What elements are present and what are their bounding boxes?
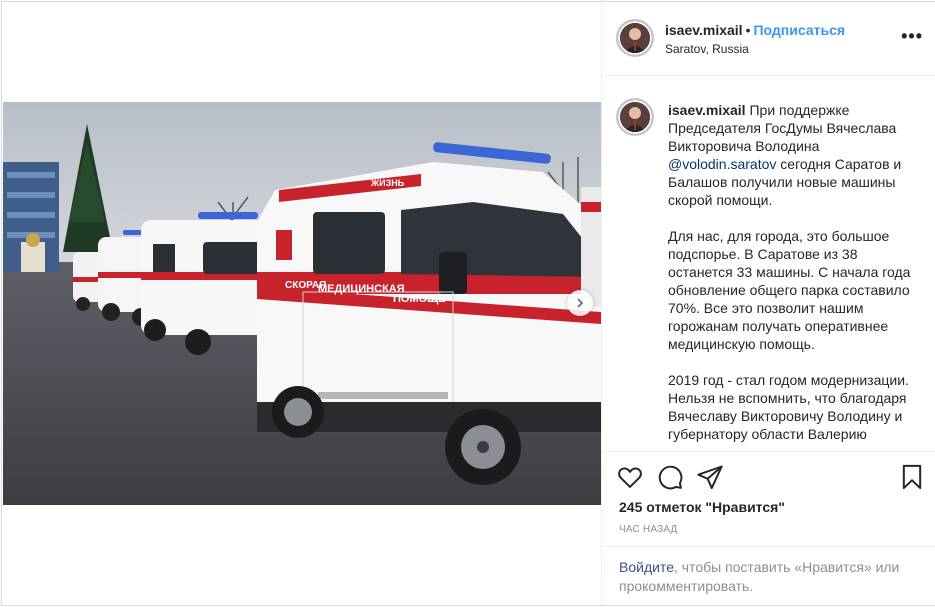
comment-button[interactable] bbox=[656, 463, 684, 491]
post-timestamp[interactable]: час назад bbox=[619, 524, 678, 535]
post-photo[interactable]: СКОРАЯ МЕДИЦИНСКАЯ ПОМОЩЬ ЖИЗНЬ bbox=[3, 102, 601, 505]
avatar[interactable] bbox=[616, 98, 654, 136]
location-link[interactable]: Saratov, Russia bbox=[665, 42, 845, 56]
paper-plane-icon bbox=[697, 465, 723, 490]
caption-username[interactable]: isaev.mixail bbox=[668, 102, 746, 118]
caption-mention-link[interactable]: @volodin.saratov bbox=[668, 156, 776, 172]
ambulance-roof-label: ЖИЗНЬ bbox=[370, 178, 405, 188]
login-link[interactable]: Войдите bbox=[619, 559, 674, 575]
post-header: isaev.mixail • Подписаться Saratov, Russia… bbox=[602, 2, 935, 76]
post-container: СКОРАЯ МЕДИЦИНСКАЯ ПОМОЩЬ ЖИЗНЬ isaev.mi… bbox=[1, 1, 935, 606]
ambulance-photo: СКОРАЯ МЕДИЦИНСКАЯ ПОМОЩЬ ЖИЗНЬ bbox=[3, 102, 601, 505]
like-button[interactable] bbox=[616, 463, 644, 491]
ambulance-label-2: МЕДИЦИНСКАЯ bbox=[318, 283, 405, 295]
avatar-image bbox=[620, 102, 650, 132]
likes-count[interactable]: 245 отметок "Нравится" bbox=[619, 499, 785, 515]
heart-icon bbox=[618, 467, 642, 488]
follow-button[interactable]: Подписаться bbox=[753, 22, 845, 38]
save-button[interactable] bbox=[898, 463, 926, 491]
avatar-image bbox=[620, 23, 650, 53]
ambulance-label-3: ПОМОЩЬ bbox=[393, 293, 446, 305]
login-prompt: Войдите, чтобы поставить «Нравится» или … bbox=[602, 546, 935, 605]
more-options-button[interactable]: ••• bbox=[901, 26, 923, 47]
next-photo-button[interactable] bbox=[567, 290, 593, 316]
post-caption: isaev.mixail При поддержке Председателя … bbox=[668, 101, 916, 443]
caption-text-2: сегодня Саратов и Балашов получили новые… bbox=[668, 156, 911, 442]
comment-icon bbox=[658, 465, 683, 490]
post-sidebar: isaev.mixail • Подписаться Saratov, Russia… bbox=[601, 2, 935, 605]
bookmark-icon bbox=[902, 464, 922, 490]
chevron-right-icon bbox=[577, 298, 584, 308]
post-media: СКОРАЯ МЕДИЦИНСКАЯ ПОМОЩЬ ЖИЗНЬ bbox=[2, 2, 601, 605]
separator-dot: • bbox=[745, 22, 751, 38]
share-button[interactable] bbox=[696, 463, 724, 491]
header-username[interactable]: isaev.mixail bbox=[665, 22, 743, 38]
avatar[interactable] bbox=[616, 19, 654, 57]
action-bar bbox=[602, 454, 935, 498]
comments-section[interactable]: isaev.mixail При поддержке Председателя … bbox=[602, 77, 935, 452]
